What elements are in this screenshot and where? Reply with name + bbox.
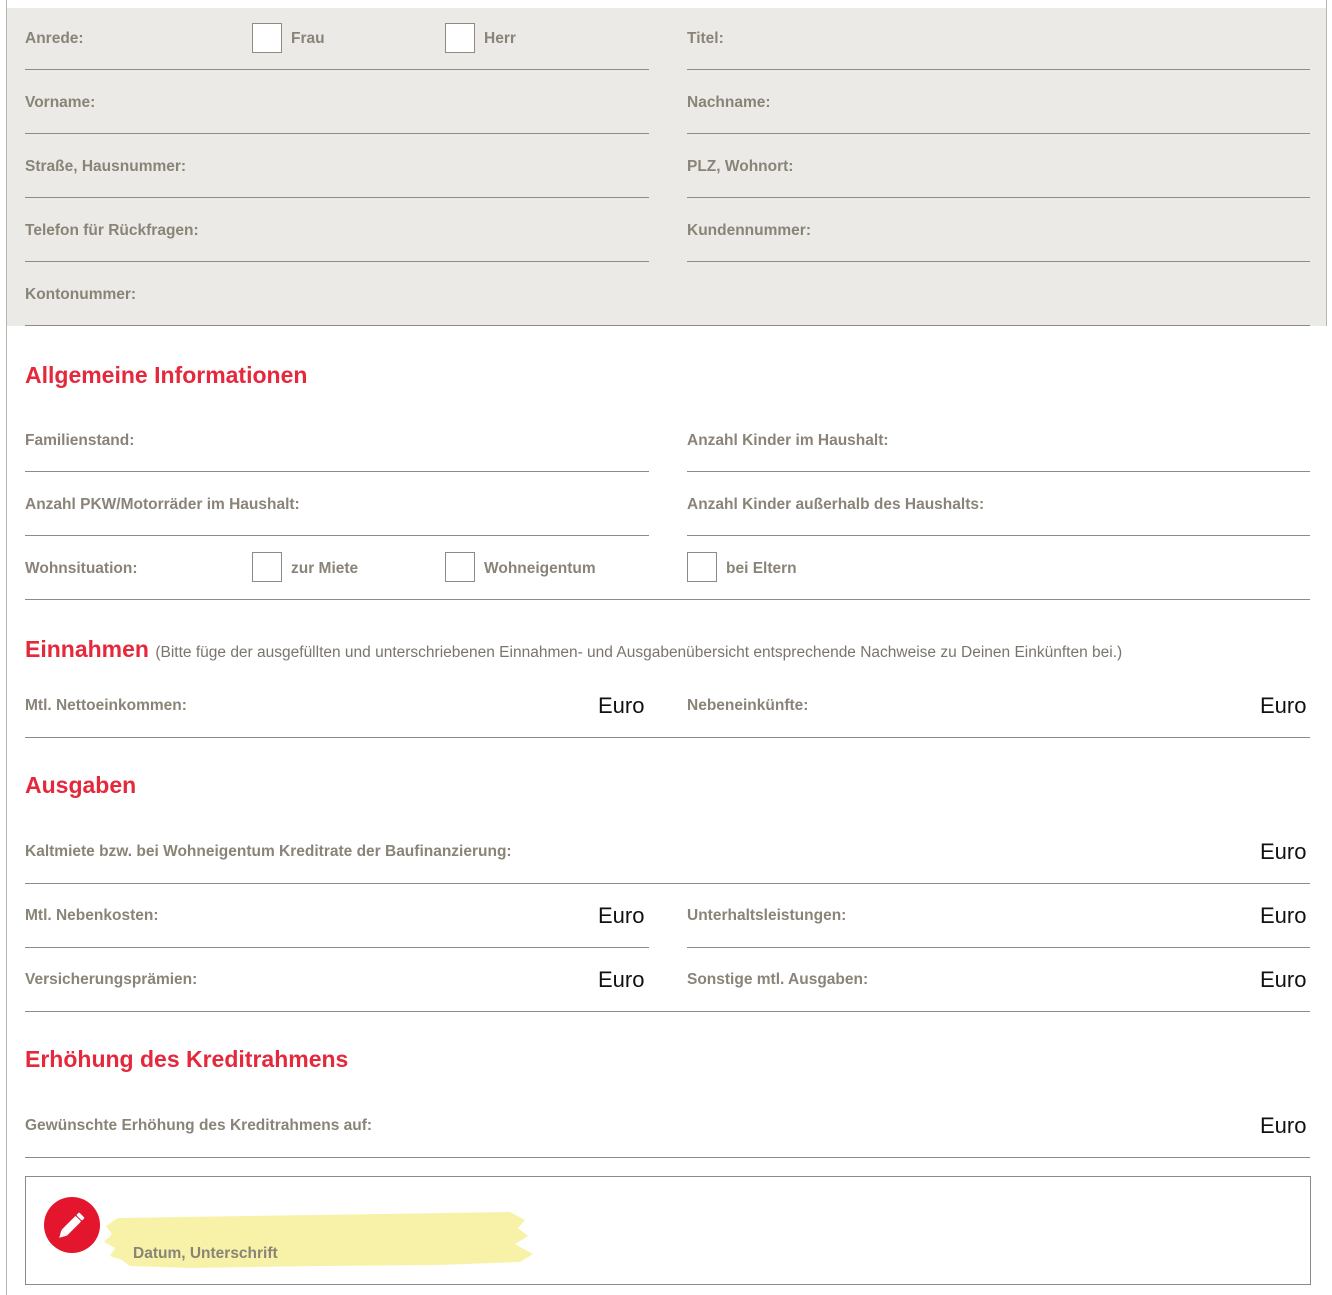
sonstige-label: Sonstige mtl. Ausgaben: xyxy=(687,971,869,988)
wunsch-currency: Euro xyxy=(1260,1113,1307,1138)
nebenkosten-field-line[interactable] xyxy=(25,947,649,948)
telefon-label: Telefon für Rückfragen: xyxy=(25,222,199,239)
frau-label: Frau xyxy=(291,30,325,47)
nebenkosten-label: Mtl. Nebenkosten: xyxy=(25,907,159,924)
kinder-im-haushalt-label: Anzahl Kinder im Haushalt: xyxy=(687,432,889,449)
plz-field-line[interactable] xyxy=(687,197,1310,198)
kinder-ausserhalb-label: Anzahl Kinder außerhalb des Haushalts: xyxy=(687,496,985,513)
pencil-icon xyxy=(44,1197,100,1253)
personal-data-panel xyxy=(7,8,1326,326)
kaltmiete-field-line[interactable] xyxy=(25,883,1310,884)
herr-label: Herr xyxy=(484,30,516,47)
frau-checkbox[interactable] xyxy=(252,23,282,53)
wunsch-label: Gewünschte Erhöhung des Kreditrahmens au… xyxy=(25,1117,373,1134)
kontonummer-field-line[interactable] xyxy=(25,325,1310,326)
vorname-label: Vorname: xyxy=(25,94,96,111)
herr-checkbox[interactable] xyxy=(445,23,475,53)
netto-label: Mtl. Nettoeinkommen: xyxy=(25,697,187,714)
familienstand-field-line[interactable] xyxy=(25,471,649,472)
page-border-right xyxy=(1326,0,1327,326)
einnahmen-field-line[interactable] xyxy=(25,737,1310,738)
kinder-ausserhalb-field-line[interactable] xyxy=(687,535,1310,536)
kredit-heading: Erhöhung des Kreditrahmens xyxy=(25,1046,349,1072)
neben-currency: Euro xyxy=(1260,693,1307,718)
eigentum-checkbox[interactable] xyxy=(445,552,475,582)
vorname-field-line[interactable] xyxy=(25,133,649,134)
pkw-field-line[interactable] xyxy=(25,535,649,536)
titel-field-line[interactable] xyxy=(687,69,1310,70)
strasse-label: Straße, Hausnummer: xyxy=(25,158,187,175)
allgemein-heading: Allgemeine Informationen xyxy=(25,362,308,388)
kinder-im-haushalt-field-line[interactable] xyxy=(687,471,1310,472)
versicherung-label: Versicherungsprämien: xyxy=(25,971,198,988)
anrede-label: Anrede: xyxy=(25,30,84,47)
kaltmiete-label: Kaltmiete bzw. bei Wohneigentum Kreditra… xyxy=(25,843,512,860)
ausgaben-heading: Ausgaben xyxy=(25,772,137,798)
familienstand-label: Familienstand: xyxy=(25,432,135,449)
eltern-label: bei Eltern xyxy=(726,560,797,577)
unterhalt-label: Unterhaltsleistungen: xyxy=(687,907,847,924)
kundennummer-label: Kundennummer: xyxy=(687,222,811,239)
nachname-label: Nachname: xyxy=(687,94,771,111)
kundennummer-field-line[interactable] xyxy=(687,261,1310,262)
sonstige-currency: Euro xyxy=(1260,967,1307,992)
wohnsituation-line xyxy=(25,599,1310,600)
nachname-field-line[interactable] xyxy=(687,133,1310,134)
eltern-checkbox[interactable] xyxy=(687,552,717,582)
plz-label: PLZ, Wohnort: xyxy=(687,158,794,175)
miete-checkbox[interactable] xyxy=(252,552,282,582)
einnahmen-heading: Einnahmen (Bitte füge der ausgefüllten u… xyxy=(25,635,1122,667)
unterhalt-field-line[interactable] xyxy=(687,947,1310,948)
pkw-label: Anzahl PKW/Motorräder im Haushalt: xyxy=(25,496,300,513)
eigentum-label: Wohneigentum xyxy=(484,560,596,577)
titel-label: Titel: xyxy=(687,30,724,47)
versicherung-field-line[interactable] xyxy=(25,1011,1310,1012)
versicherung-currency: Euro xyxy=(598,967,645,992)
nebenkosten-currency: Euro xyxy=(598,903,645,928)
signature-label: Datum, Unterschrift xyxy=(133,1245,278,1262)
telefon-field-line[interactable] xyxy=(25,261,649,262)
unterhalt-currency: Euro xyxy=(1260,903,1307,928)
kontonummer-label: Kontonummer: xyxy=(25,286,137,303)
neben-label: Nebeneinkünfte: xyxy=(687,697,809,714)
miete-label: zur Miete xyxy=(291,560,359,577)
wunsch-field-line[interactable] xyxy=(25,1157,1310,1158)
einnahmen-note: (Bitte füge der ausgefüllten und untersc… xyxy=(155,644,1123,661)
strasse-field-line[interactable] xyxy=(25,197,649,198)
kaltmiete-currency: Euro xyxy=(1260,839,1307,864)
anrede-field-line[interactable] xyxy=(25,69,649,70)
netto-currency: Euro xyxy=(598,693,645,718)
einnahmen-title: Einnahmen xyxy=(25,636,149,662)
wohnsituation-label: Wohnsituation: xyxy=(25,560,138,577)
